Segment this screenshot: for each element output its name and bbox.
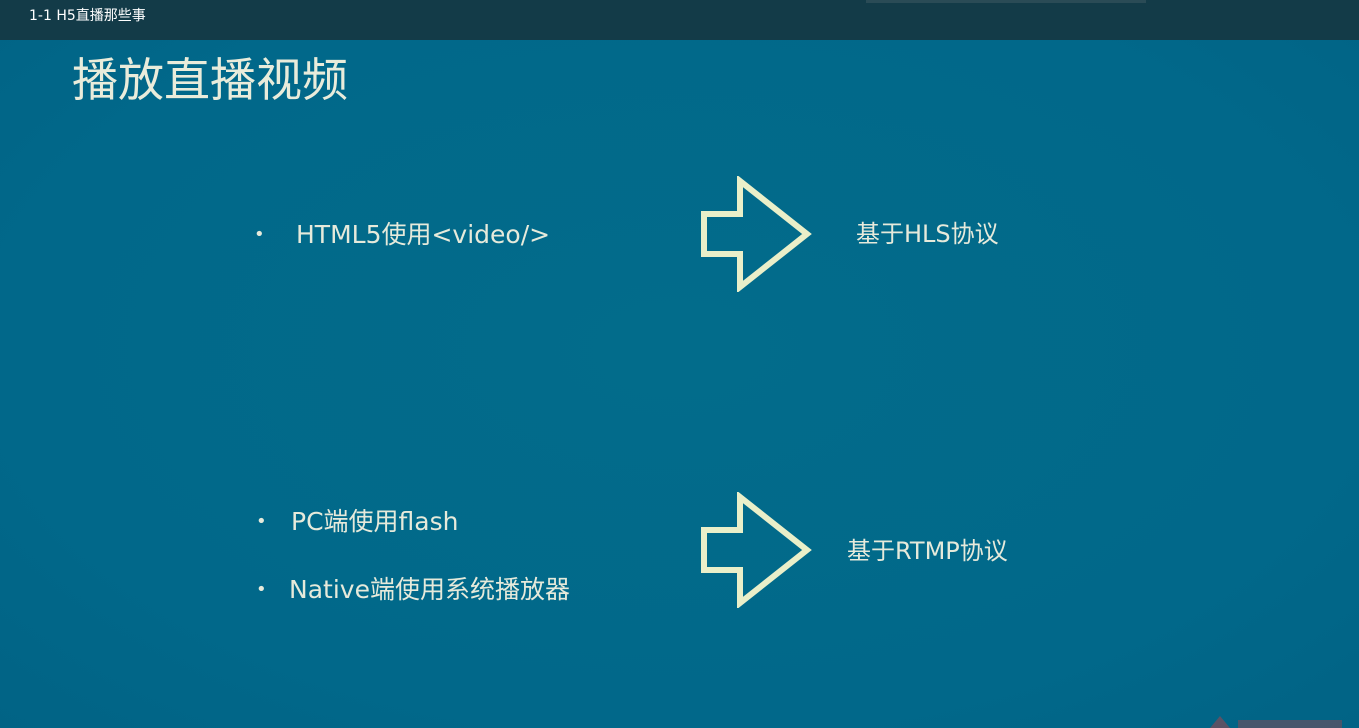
rtmp-protocol-label: 基于RTMP协议 — [847, 537, 1008, 565]
bullet-pc-flash: PC端使用flash — [291, 507, 459, 536]
slide-title: 播放直播视频 — [72, 53, 348, 107]
topbar-strip — [866, 0, 1146, 3]
right-arrow-outline-icon — [701, 492, 812, 608]
video-title: 1-1 H5直播那些事 — [29, 8, 146, 24]
video-top-bar: 1-1 H5直播那些事 — [0, 0, 1359, 40]
bullet-dot-icon: • — [256, 579, 267, 600]
right-arrow-outline-icon — [701, 176, 812, 292]
slide-canvas: 播放直播视频 • HTML5使用<video/> 基于HLS协议 • PC端使用… — [0, 40, 1359, 728]
bullet-native-player: Native端使用系统播放器 — [289, 575, 570, 604]
bullet-dot-icon: • — [256, 511, 267, 532]
bullet-html5-video: HTML5使用<video/> — [296, 220, 551, 249]
bullet-dot-icon: • — [254, 224, 265, 245]
hls-protocol-label: 基于HLS协议 — [856, 220, 999, 248]
watermark-bar — [1238, 720, 1342, 728]
watermark-logo-icon — [1210, 716, 1230, 728]
